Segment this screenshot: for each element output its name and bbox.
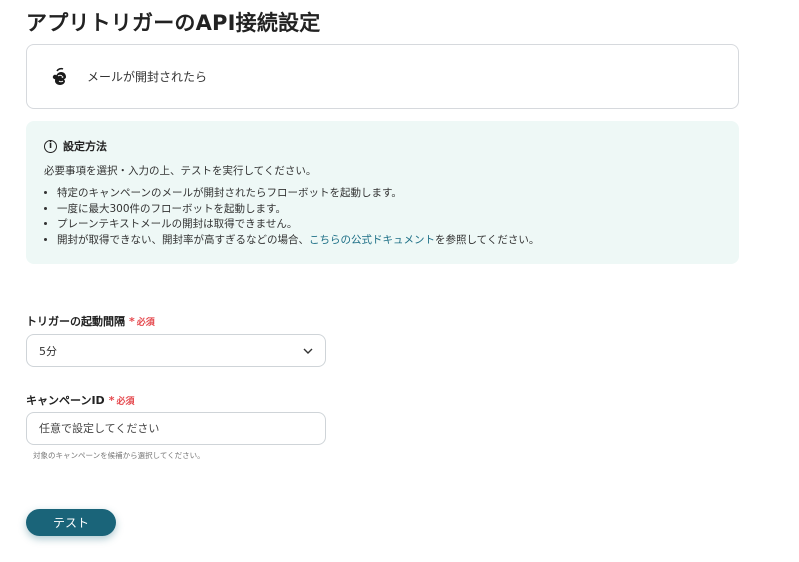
- interval-label-text: トリガーの起動間隔: [26, 315, 125, 328]
- campaign-help-text: 対象のキャンペーンを候補から選択してください。: [33, 451, 205, 460]
- trigger-label: メールが開封されたら: [87, 70, 208, 84]
- interval-field-label: トリガーの起動間隔 * 必須: [26, 313, 155, 329]
- info-icon: i: [44, 139, 57, 153]
- info-list: 特定のキャンペーンのメールが開封されたらフローボットを起動します。 一度に最大3…: [44, 186, 719, 248]
- chevron-down-icon: [301, 344, 315, 358]
- interval-select[interactable]: 5分: [26, 334, 326, 367]
- required-badge: 必須: [136, 317, 155, 328]
- required-badge: 必須: [116, 396, 135, 407]
- info-box: i 設定方法 必要事項を選択・入力の上、テストを実行してください。 特定のキャン…: [26, 121, 739, 264]
- mailchimp-logo-icon: [47, 64, 73, 90]
- required-asterisk: *: [108, 393, 115, 407]
- official-docs-link[interactable]: こちらの公式ドキュメント: [309, 234, 435, 246]
- info-title: 設定方法: [63, 140, 107, 153]
- trigger-card[interactable]: メールが開封されたら: [26, 44, 739, 109]
- bullet-text-prefix: 開封が取得できない、開封率が高すぎるなどの場合、: [57, 233, 309, 246]
- list-item: プレーンテキストメールの開封は取得できません。: [57, 217, 719, 233]
- list-item: 開封が取得できない、開封率が高すぎるなどの場合、こちらの公式ドキュメントを参照し…: [57, 233, 719, 249]
- bullet-text-suffix: を参照してください。: [435, 233, 540, 246]
- list-item: 特定のキャンペーンのメールが開封されたらフローボットを起動します。: [57, 186, 719, 202]
- campaign-field-label: キャンペーンID * 必須: [26, 392, 134, 408]
- list-item: 一度に最大300件のフローボットを起動します。: [57, 202, 719, 218]
- required-asterisk: *: [129, 314, 135, 328]
- info-header: i 設定方法: [44, 138, 719, 154]
- info-intro: 必要事項を選択・入力の上、テストを実行してください。: [44, 165, 317, 177]
- page-title: アプリトリガーのAPI接続設定: [26, 11, 321, 35]
- test-button[interactable]: テスト: [26, 509, 116, 536]
- campaign-label-text: キャンペーンID: [26, 394, 105, 407]
- interval-select-value: 5分: [39, 344, 57, 358]
- campaign-id-input[interactable]: [26, 412, 326, 445]
